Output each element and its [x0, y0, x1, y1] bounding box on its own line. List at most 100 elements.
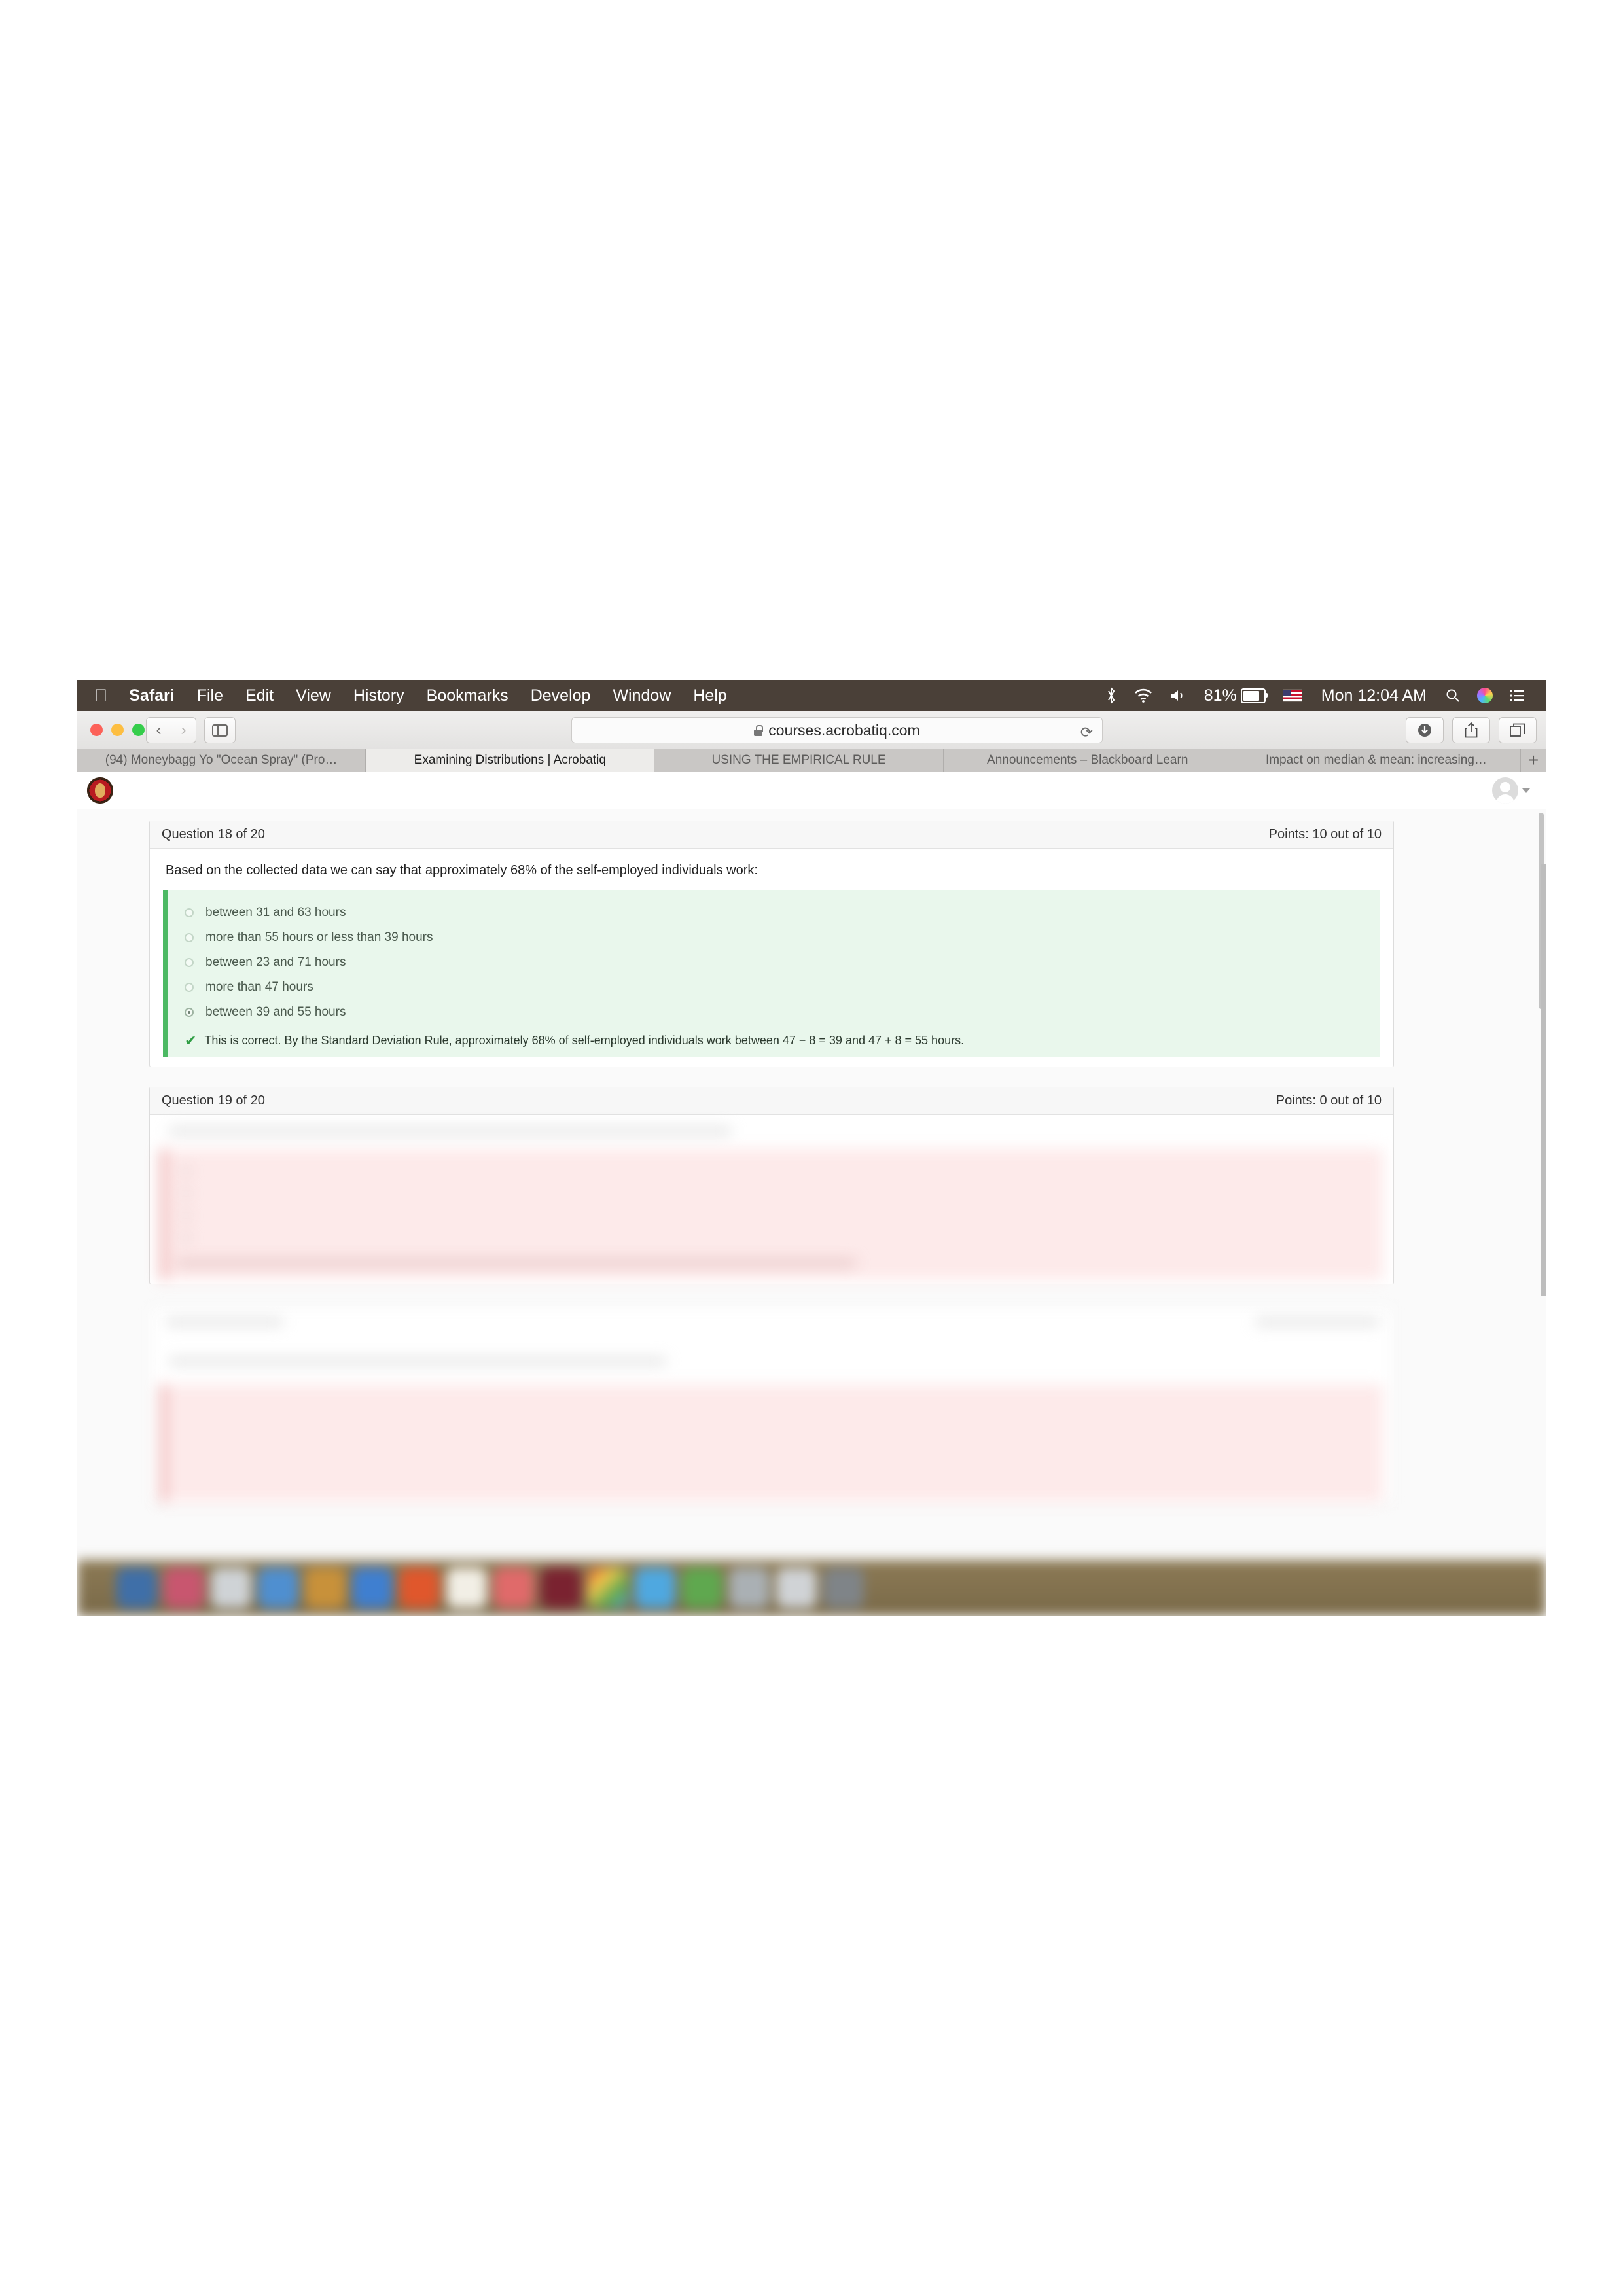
- tab-announcements-blackboard[interactable]: Announcements – Blackboard Learn: [944, 749, 1232, 772]
- zoom-window-button[interactable]: [132, 724, 145, 736]
- address-bar-url: courses.acrobatiq.com: [768, 721, 920, 739]
- dock-icon[interactable]: [211, 1568, 251, 1608]
- sidebar-toggle-icon[interactable]: [204, 717, 236, 743]
- window-controls[interactable]: [90, 724, 145, 736]
- question-19-title: Question 19 of 20: [162, 1093, 265, 1108]
- spotlight-search-icon[interactable]: [1437, 688, 1469, 703]
- user-avatar-icon[interactable]: [1492, 777, 1518, 804]
- blurred-points-label: [1255, 1319, 1380, 1325]
- dock-icon[interactable]: [446, 1568, 487, 1608]
- battery-status[interactable]: 81%: [1196, 680, 1274, 711]
- question-19-header: Question 19 of 20 Points: 0 out of 10: [150, 1087, 1393, 1115]
- back-chevron-icon[interactable]: ‹: [146, 717, 171, 743]
- macos-dock[interactable]: [77, 1560, 1546, 1616]
- university-seal-logo[interactable]: [87, 777, 113, 804]
- option-row-selected[interactable]: between 39 and 55 hours: [185, 1000, 1368, 1025]
- dock-icon[interactable]: [493, 1568, 534, 1608]
- radio-button-icon[interactable]: [185, 983, 194, 992]
- dock-icon[interactable]: [164, 1568, 204, 1608]
- radio-button-icon[interactable]: [185, 958, 194, 967]
- web-page-content: Question 18 of 20 Points: 10 out of 10 B…: [77, 772, 1546, 1616]
- dock-icon[interactable]: [729, 1568, 770, 1608]
- question-18-title: Question 18 of 20: [162, 827, 265, 841]
- dock-icon[interactable]: [305, 1568, 346, 1608]
- menu-item-history[interactable]: History: [342, 680, 416, 711]
- check-mark-icon: ✔: [185, 1033, 197, 1049]
- option-label: more than 55 hours or less than 39 hours: [205, 930, 433, 944]
- question-18-feedback: ✔ This is correct. By the Standard Devia…: [185, 1034, 1368, 1048]
- siri-icon[interactable]: [1469, 688, 1501, 703]
- tab-using-the-empirical-rule[interactable]: USING THE EMPIRICAL RULE: [654, 749, 944, 772]
- menu-item-edit[interactable]: Edit: [234, 680, 285, 711]
- option-label: between 31 and 63 hours: [205, 906, 346, 919]
- menu-item-view[interactable]: View: [285, 680, 342, 711]
- close-window-button[interactable]: [90, 724, 103, 736]
- dock-icon[interactable]: [776, 1568, 817, 1608]
- option-row[interactable]: more than 47 hours: [185, 975, 1368, 1000]
- reload-icon[interactable]: ⟳: [1080, 724, 1093, 741]
- question-18-answer-panel: between 31 and 63 hours more than 55 hou…: [163, 890, 1380, 1057]
- bluetooth-icon[interactable]: [1097, 687, 1125, 704]
- screenshot-frame:  Safari File Edit View History Bookmark…: [77, 680, 1546, 1616]
- new-tab-button[interactable]: +: [1521, 749, 1546, 772]
- option-row[interactable]: between 31 and 63 hours: [185, 900, 1368, 925]
- dock-icon[interactable]: [682, 1568, 722, 1608]
- battery-percent-label: 81%: [1204, 686, 1237, 705]
- menu-item-safari[interactable]: Safari: [118, 680, 185, 711]
- option-label: between 23 and 71 hours: [205, 955, 346, 969]
- menu-item-file[interactable]: File: [186, 680, 234, 711]
- question-card-19: Question 19 of 20 Points: 0 out of 10: [149, 1087, 1394, 1284]
- option-label: more than 47 hours: [205, 980, 313, 994]
- tab-overview-icon[interactable]: [1499, 717, 1537, 743]
- dock-icon[interactable]: [635, 1568, 675, 1608]
- secure-lock-icon: [754, 724, 764, 736]
- wifi-icon[interactable]: [1125, 688, 1162, 703]
- dock-icon[interactable]: [541, 1568, 581, 1608]
- apple-icon[interactable]: : [86, 680, 118, 711]
- radio-button-selected-icon[interactable]: [185, 1008, 194, 1017]
- notification-center-icon[interactable]: [1501, 690, 1533, 701]
- menu-item-window[interactable]: Window: [601, 680, 682, 711]
- question-18-stem: Based on the collected data we can say t…: [166, 863, 758, 877]
- blurred-text-line: [169, 1358, 666, 1364]
- question-card-18: Question 18 of 20 Points: 10 out of 10 B…: [149, 821, 1394, 1067]
- option-row[interactable]: more than 55 hours or less than 39 hours: [185, 925, 1368, 950]
- dock-icon[interactable]: [352, 1568, 393, 1608]
- dock-icon[interactable]: [399, 1568, 440, 1608]
- downloads-icon[interactable]: [1406, 717, 1444, 743]
- dock-icon[interactable]: [116, 1568, 157, 1608]
- share-icon[interactable]: [1452, 717, 1490, 743]
- dock-icon[interactable]: [258, 1568, 298, 1608]
- chevron-down-icon[interactable]: [1522, 788, 1530, 793]
- radio-button-icon[interactable]: [185, 908, 194, 917]
- blurred-question-card: [149, 1306, 1394, 1504]
- volume-icon[interactable]: [1162, 689, 1196, 702]
- tab-bar: (94) Moneybagg Yo "Ocean Spray" (Pro… Ex…: [77, 749, 1546, 773]
- nav-buttons[interactable]: ‹ ›: [146, 717, 196, 743]
- tab-impact-on-median-mean[interactable]: Impact on median & mean: increasing…: [1232, 749, 1522, 772]
- dock-icon[interactable]: [588, 1568, 628, 1608]
- browser-toolbar: ‹ › courses.acrobatiq.com ⟳: [77, 711, 1546, 749]
- question-18-points: Points: 10 out of 10: [1268, 827, 1382, 841]
- question-18-feedback-text: This is correct. By the Standard Deviati…: [204, 1034, 965, 1047]
- tab-moneybagg-yo[interactable]: (94) Moneybagg Yo "Ocean Spray" (Pro…: [77, 749, 366, 772]
- menu-item-develop[interactable]: Develop: [520, 680, 602, 711]
- blurred-question-title: [166, 1319, 283, 1325]
- macos-menu-bar:  Safari File Edit View History Bookmark…: [77, 680, 1546, 711]
- blurred-answer-panel: [161, 1385, 1383, 1502]
- tab-examining-distributions[interactable]: Examining Distributions | Acrobatiq: [366, 749, 655, 772]
- menu-item-bookmarks[interactable]: Bookmarks: [416, 680, 520, 711]
- question-19-points: Points: 0 out of 10: [1275, 1093, 1382, 1108]
- us-flag-icon[interactable]: [1274, 689, 1311, 702]
- minimize-window-button[interactable]: [111, 724, 124, 736]
- address-bar[interactable]: courses.acrobatiq.com ⟳: [571, 717, 1103, 743]
- site-header: [77, 772, 1546, 809]
- forward-chevron-icon[interactable]: ›: [171, 717, 196, 743]
- menu-item-help[interactable]: Help: [682, 680, 738, 711]
- page-right-edge: [1541, 864, 1546, 1296]
- dock-icon[interactable]: [823, 1568, 864, 1608]
- option-row[interactable]: between 23 and 71 hours: [185, 950, 1368, 975]
- menubar-clock[interactable]: Mon 12:04 AM: [1311, 680, 1437, 711]
- radio-button-icon[interactable]: [185, 933, 194, 942]
- quiz-results-body: Question 18 of 20 Points: 10 out of 10 B…: [77, 809, 1546, 1616]
